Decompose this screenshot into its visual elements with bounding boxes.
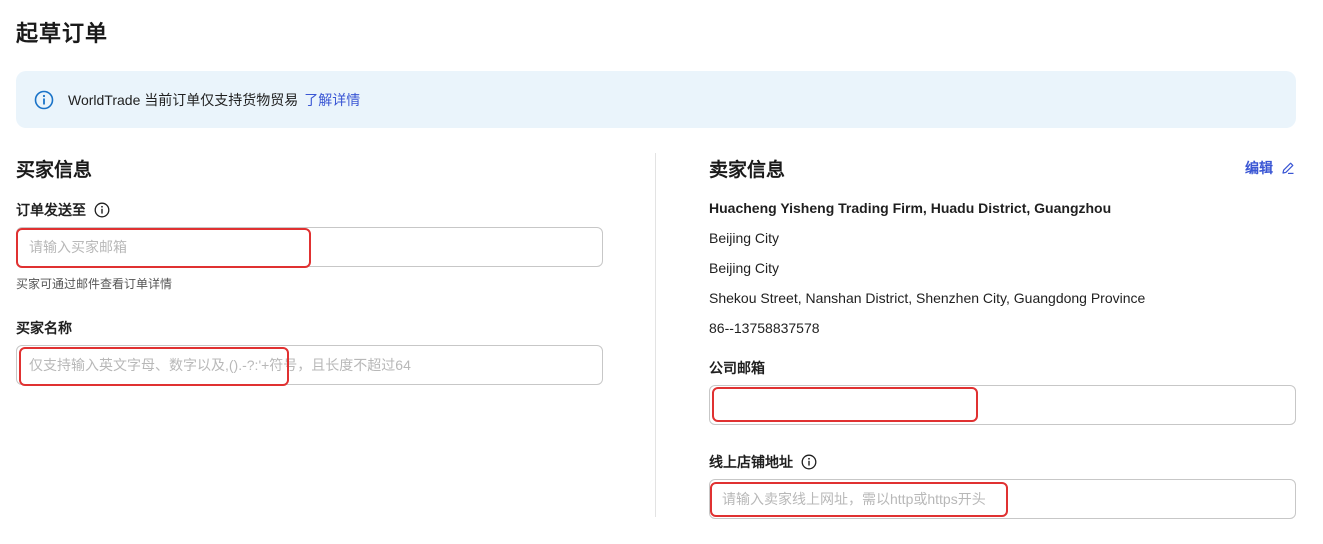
send-to-label-text: 订单发送至 bbox=[16, 202, 86, 218]
seller-company-name: Huacheng Yisheng Trading Firm, Huadu Dis… bbox=[709, 200, 1112, 216]
store-url-label: 线上店铺地址 bbox=[709, 452, 817, 472]
seller-province: Beijing City bbox=[709, 260, 780, 276]
edit-label: 编辑 bbox=[1245, 160, 1273, 176]
column-divider bbox=[655, 153, 656, 517]
learn-more-link[interactable]: 了解详情 bbox=[304, 90, 360, 110]
buyer-email-hint: 买家可通过邮件查看订单详情 bbox=[16, 277, 173, 291]
buyer-name-label-text: 买家名称 bbox=[16, 320, 72, 336]
seller-section-title: 卖家信息 bbox=[709, 160, 786, 181]
buyer-name-label: 买家名称 bbox=[16, 318, 72, 338]
info-icon bbox=[34, 90, 54, 109]
info-banner: WorldTrade 当前订单仅支持货物贸易 了解详情 bbox=[16, 71, 1296, 128]
company-email-label-text: 公司邮箱 bbox=[709, 360, 765, 376]
company-email-input[interactable] bbox=[709, 385, 1296, 425]
buyer-name-input[interactable] bbox=[16, 345, 603, 385]
info-icon[interactable] bbox=[94, 202, 110, 218]
draft-order-page: 起草订单 WorldTrade 当前订单仅支持货物贸易 了解详情 买家信息 订单… bbox=[0, 0, 1323, 544]
info-icon[interactable] bbox=[801, 454, 817, 470]
seller-street: Shekou Street, Nanshan District, Shenzhe… bbox=[709, 290, 1146, 306]
company-email-label: 公司邮箱 bbox=[709, 358, 765, 378]
store-url-label-text: 线上店铺地址 bbox=[709, 454, 793, 470]
banner-text: WorldTrade 当前订单仅支持货物贸易 bbox=[68, 91, 299, 108]
buyer-email-input[interactable] bbox=[16, 227, 603, 267]
send-to-label: 订单发送至 bbox=[16, 200, 110, 220]
page-title: 起草订单 bbox=[16, 21, 109, 46]
store-url-input[interactable] bbox=[709, 479, 1296, 519]
pencil-icon bbox=[1282, 162, 1294, 174]
seller-phone: 86--13758837578 bbox=[709, 320, 820, 336]
edit-seller-button[interactable]: 编辑 bbox=[1245, 158, 1295, 178]
seller-city: Beijing City bbox=[709, 230, 780, 246]
buyer-section-title: 买家信息 bbox=[16, 160, 93, 181]
